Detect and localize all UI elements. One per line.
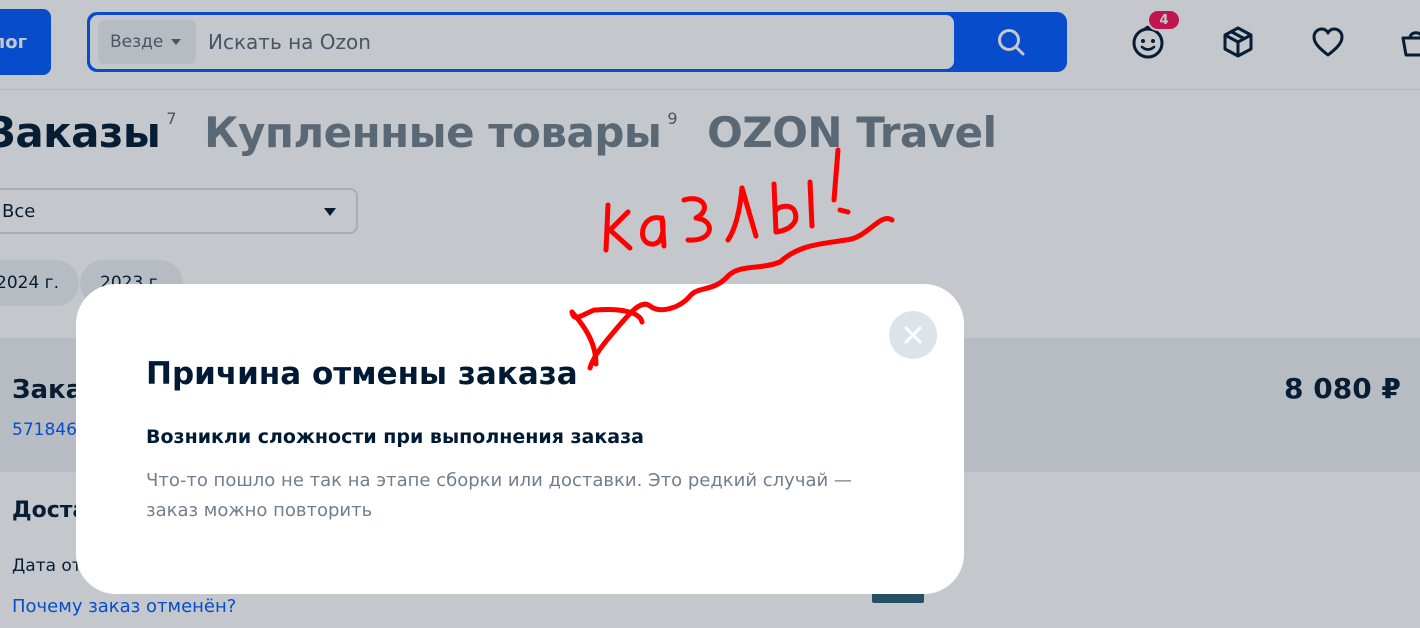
modal-description: Что-то пошло не так на этапе сборки или … bbox=[146, 470, 852, 521]
cancel-reason-modal: Причина отмены заказа Возникли сложности… bbox=[76, 284, 964, 594]
modal-subtitle: Возникли сложности при выполнения заказа bbox=[146, 426, 644, 448]
modal-title: Причина отмены заказа bbox=[146, 356, 578, 392]
close-button[interactable] bbox=[889, 311, 937, 359]
close-icon bbox=[904, 326, 922, 344]
page: лог Везде Искать на Ozon bbox=[0, 0, 1420, 628]
